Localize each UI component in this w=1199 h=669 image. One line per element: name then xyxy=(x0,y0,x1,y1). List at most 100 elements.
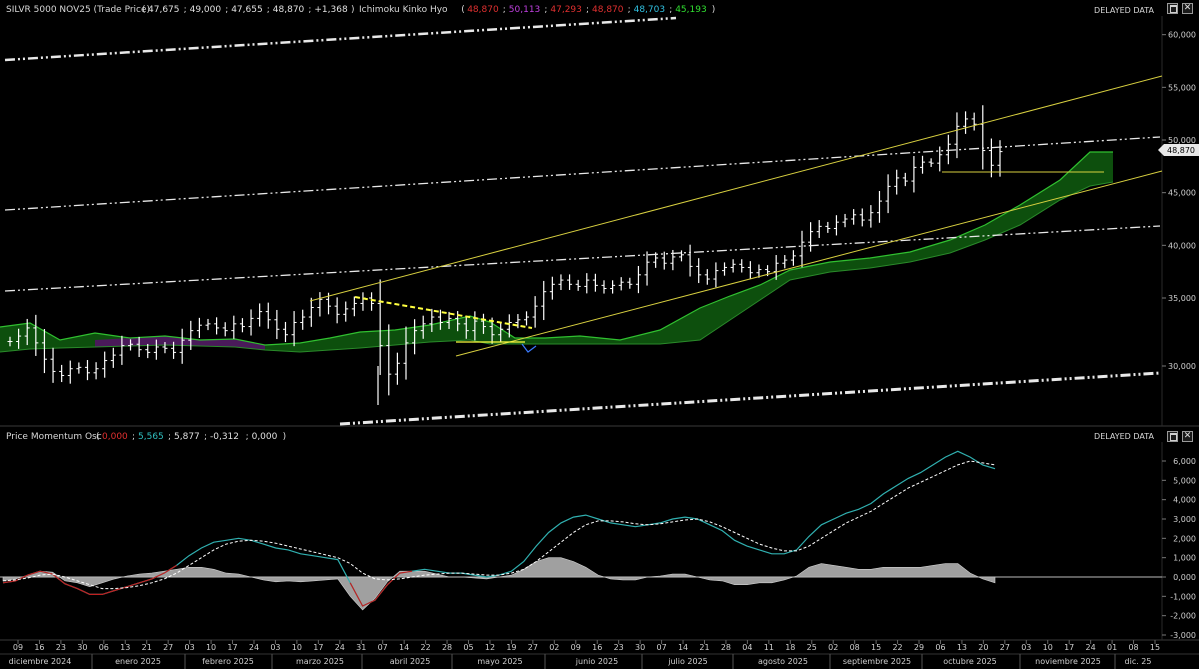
ohlc-sep: ; xyxy=(184,5,187,15)
x-day-label: 07 xyxy=(656,643,666,652)
ohlc-sep: ; xyxy=(225,5,228,15)
x-day-label: 18 xyxy=(785,643,795,652)
osc-y-tick-label: 6,000 xyxy=(1173,457,1196,466)
ohlc-sep: ; xyxy=(308,5,311,15)
osc-y-tick-label: 3,000 xyxy=(1173,515,1196,524)
x-day-label: 02 xyxy=(549,643,559,652)
chart-canvas: 65,00060,00055,00050,00045,00040,00035,0… xyxy=(0,0,1199,669)
osc-value: 5,565 xyxy=(138,432,164,442)
study-sep: ; xyxy=(669,5,672,15)
main-close-button[interactable]: ✕ xyxy=(1182,3,1193,14)
study-paren-close: ) xyxy=(712,5,716,15)
x-day-label: 10 xyxy=(206,643,216,652)
x-day-label: 07 xyxy=(378,643,388,652)
x-day-label: 28 xyxy=(721,643,731,652)
x-day-label: 10 xyxy=(292,643,302,652)
x-day-label: 17 xyxy=(1064,643,1074,652)
study-value: 48,870 xyxy=(467,5,499,15)
y-tick-label: 45,000 xyxy=(1168,189,1196,198)
x-day-label: 06 xyxy=(99,643,109,652)
osc-value: 0,000 xyxy=(252,432,278,442)
x-day-label: 31 xyxy=(356,643,366,652)
x-month-label: octubre 2025 xyxy=(943,657,997,666)
osc-value: 0,000 xyxy=(102,432,128,442)
study-value: 45,193 xyxy=(675,5,707,15)
x-month-label: marzo 2025 xyxy=(296,657,344,666)
study-sep: ; xyxy=(586,5,589,15)
osc-y-tick-label: 2,000 xyxy=(1173,534,1196,543)
last-price-text: 48,870 xyxy=(1167,146,1195,155)
x-day-label: 20 xyxy=(978,643,988,652)
ohlc-sep: ; xyxy=(267,5,270,15)
x-day-label: 08 xyxy=(850,643,860,652)
x-day-label: 27 xyxy=(1000,643,1010,652)
main-maximize-button[interactable] xyxy=(1167,3,1178,14)
x-day-label: 21 xyxy=(142,643,152,652)
x-day-label: 25 xyxy=(807,643,817,652)
x-day-label: 23 xyxy=(56,643,66,652)
x-day-label: 27 xyxy=(163,643,173,652)
x-month-label: abril 2025 xyxy=(390,657,431,666)
x-day-label: 23 xyxy=(614,643,624,652)
x-day-label: 21 xyxy=(699,643,709,652)
osc-sep: ; xyxy=(132,432,135,442)
x-day-label: 14 xyxy=(399,643,409,652)
x-month-label: diciembre 2024 xyxy=(9,657,72,666)
x-day-label: 02 xyxy=(828,643,838,652)
osc-y-tick-label: 1,000 xyxy=(1173,554,1196,563)
x-day-label: 24 xyxy=(249,643,259,652)
osc-y-tick-label: 0,000 xyxy=(1173,573,1196,582)
x-day-label: 30 xyxy=(635,643,645,652)
x-day-label: 03 xyxy=(270,643,280,652)
study-sep: ; xyxy=(503,5,506,15)
osc-sep: ; xyxy=(204,432,207,442)
x-day-label: 15 xyxy=(1150,643,1160,652)
study-name: Ichimoku Kinko Hyo xyxy=(359,5,448,15)
osc-panel[interactable] xyxy=(0,428,1199,640)
study-value: 50,113 xyxy=(509,5,541,15)
osc-paren-close: ) xyxy=(283,432,287,442)
x-day-label: 13 xyxy=(957,643,967,652)
x-day-label: 03 xyxy=(1021,643,1031,652)
x-day-label: 22 xyxy=(421,643,431,652)
x-day-label: 09 xyxy=(571,643,581,652)
x-day-label: 06 xyxy=(935,643,945,652)
x-month-label: enero 2025 xyxy=(115,657,161,666)
x-day-label: 10 xyxy=(1043,643,1053,652)
x-month-label: mayo 2025 xyxy=(477,657,522,666)
osc-title: Price Momentum Osc xyxy=(6,432,102,442)
osc-value: 5,877 xyxy=(174,432,200,442)
y-tick-label: 35,000 xyxy=(1168,294,1196,303)
osc-y-tick-label: 5,000 xyxy=(1173,476,1196,485)
x-day-label: 29 xyxy=(914,643,924,652)
x-day-label: 24 xyxy=(1086,643,1096,652)
ohlc-value: 49,000 xyxy=(190,5,222,15)
x-day-label: 22 xyxy=(892,643,902,652)
x-month-label: septiembre 2025 xyxy=(843,657,911,666)
y-tick-label: 60,000 xyxy=(1168,31,1196,40)
y-tick-label: 40,000 xyxy=(1168,241,1196,250)
x-day-label: 28 xyxy=(442,643,452,652)
osc-y-tick-label: -1,000 xyxy=(1170,592,1196,601)
ohlc-value: +1,368 xyxy=(314,5,348,15)
x-month-label: febrero 2025 xyxy=(202,657,254,666)
x-day-label: 17 xyxy=(313,643,323,652)
osc-sep: ; xyxy=(246,432,249,442)
x-day-label: 09 xyxy=(13,643,23,652)
ohlc-value: 48,870 xyxy=(273,5,305,15)
osc-close-button[interactable]: ✕ xyxy=(1182,431,1193,442)
x-day-label: 13 xyxy=(120,643,130,652)
x-day-label: 03 xyxy=(185,643,195,652)
instrument-title: SILVR 5000 NOV25 (Trade Price) xyxy=(6,5,150,15)
x-month-label: junio 2025 xyxy=(575,657,618,666)
study-value: 47,293 xyxy=(550,5,582,15)
study-value: 48,703 xyxy=(634,5,666,15)
x-day-label: 24 xyxy=(335,643,345,652)
study-value: 48,870 xyxy=(592,5,624,15)
y-tick-label: 50,000 xyxy=(1168,136,1196,145)
osc-y-tick-label: 4,000 xyxy=(1173,496,1196,505)
x-day-label: 01 xyxy=(1107,643,1117,652)
osc-maximize-button[interactable] xyxy=(1167,431,1178,442)
study-paren-open: ( xyxy=(461,5,465,15)
y-tick-label: 30,000 xyxy=(1168,362,1196,371)
